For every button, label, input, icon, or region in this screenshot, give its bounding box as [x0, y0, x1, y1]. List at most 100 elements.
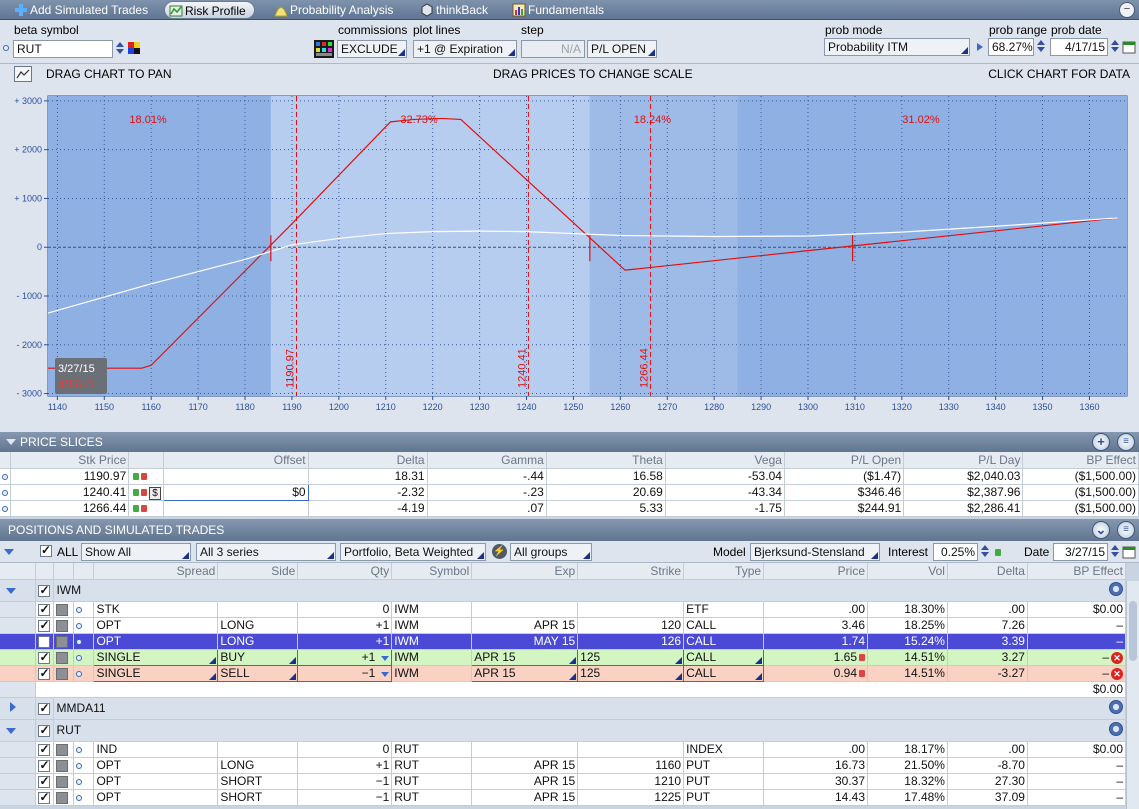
price-slice-row[interactable]: 1266.44 -4.19.07 5.33 -1.75 $244.91 $2,286.41…	[0, 500, 1139, 517]
beta-symbol-input[interactable]: RUT	[13, 40, 113, 58]
color-swatch[interactable]	[56, 619, 69, 632]
position-strike[interactable]: 125	[577, 648, 685, 666]
dropdown-arrow-icon[interactable]	[209, 656, 217, 664]
gear-icon[interactable]	[1109, 699, 1123, 714]
plot-lines-select[interactable]: +1 @ Expiration	[413, 40, 517, 58]
row-checkbox[interactable]	[38, 650, 51, 664]
col-gamma[interactable]: Gamma	[427, 452, 547, 469]
dropdown-arrow-icon[interactable]	[675, 656, 683, 664]
position-price[interactable]: 1.65	[763, 649, 868, 666]
lock-icon[interactable]	[141, 473, 148, 481]
dropdown-arrow-icon[interactable]	[289, 656, 297, 664]
radio-icon[interactable]	[76, 779, 83, 785]
radio-icon[interactable]	[3, 45, 9, 51]
position-type[interactable]: CALL	[683, 664, 765, 682]
price-slices-header[interactable]: PRICE SLICES + ≡	[0, 432, 1139, 452]
date-input[interactable]: 3/27/15	[1053, 543, 1108, 561]
series-filter-select[interactable]: All 3 series	[196, 543, 336, 561]
col-type[interactable]: Type	[683, 563, 765, 580]
color-swatch[interactable]	[56, 743, 69, 756]
group-checkbox[interactable]	[38, 723, 51, 737]
dollar-button[interactable]: $	[149, 486, 161, 499]
color-swatch[interactable]	[56, 603, 69, 616]
position-group-row[interactable]: MMDA11	[0, 697, 1127, 720]
date-spinner[interactable]	[1109, 543, 1121, 561]
position-strike[interactable]: 125	[577, 664, 685, 682]
gear-icon[interactable]	[1109, 581, 1123, 596]
chart-settings-icon[interactable]	[14, 66, 32, 82]
position-symbol[interactable]: IWM	[391, 649, 473, 666]
collapse-triangle-icon[interactable]	[4, 549, 14, 555]
col-exp[interactable]: Exp	[471, 563, 579, 580]
position-vol[interactable]: 14.51%	[867, 665, 948, 682]
dropdown-arrow-icon[interactable]	[569, 656, 577, 664]
row-marker[interactable]	[0, 484, 11, 501]
radio-icon[interactable]	[76, 639, 83, 645]
play-triangle-icon[interactable]	[976, 42, 984, 52]
position-row[interactable]: OPT LONG +1 IWM APR 15 120 CALL 3.46 18.25% 7.26 –	[0, 617, 1127, 634]
remove-trade-icon[interactable]: ✕	[1111, 652, 1123, 664]
risk-profile-chart[interactable]: 18.01% 32.73% 18.24% 31.02% 1140 1150 1160 1170…	[0, 86, 1139, 432]
row-checkbox[interactable]	[38, 602, 51, 616]
qty-dropdown-icon[interactable]	[381, 672, 390, 677]
gear-icon[interactable]	[1109, 721, 1123, 736]
row-checkbox[interactable]	[38, 774, 51, 788]
position-row[interactable]: OPT LONG +1 RUT APR 15 1160 PUT 16.73 21.50% -8.7…	[0, 757, 1127, 774]
color-swatch[interactable]	[56, 667, 69, 680]
radio-icon[interactable]	[2, 474, 8, 480]
beta-symbol-spinner[interactable]	[114, 40, 126, 58]
lock-icon[interactable]	[133, 473, 140, 481]
calendar-icon[interactable]	[1122, 40, 1136, 54]
position-row[interactable]: OPT LONG +1 IWM MAY 15 126 CALL 1.74 15.24% 3.39 –	[0, 633, 1127, 650]
lock-icon[interactable]	[859, 654, 865, 662]
group-checkbox[interactable]	[38, 583, 51, 597]
collapse-triangle-icon[interactable]	[6, 728, 16, 734]
prob-range-input[interactable]: 68.27%	[988, 38, 1034, 56]
slice-offset[interactable]: $0	[162, 483, 309, 501]
position-vol[interactable]: 14.51%	[867, 649, 948, 666]
tab-probability-analysis[interactable]: Probability Analysis	[270, 1, 401, 19]
col-offset[interactable]: Offset	[163, 452, 309, 469]
radio-icon[interactable]	[76, 763, 83, 769]
position-row[interactable]: SINGLE SELL −1 IWM APR 15 125 CALL 0.94 14.51% -3…	[0, 664, 1127, 682]
col-pl-day[interactable]: P/L Day	[903, 452, 1024, 469]
dropdown-arrow-icon[interactable]	[569, 672, 577, 680]
position-row[interactable]: IND 0 RUT INDEX .00 18.17% .00 $0.00	[0, 741, 1127, 758]
tab-thinkback[interactable]: thinkBack	[416, 1, 496, 19]
color-swatch[interactable]	[56, 775, 69, 788]
color-swatch[interactable]	[56, 759, 69, 772]
col-side[interactable]: Side	[217, 563, 299, 580]
col-vol[interactable]: Vol	[867, 563, 948, 580]
position-exp[interactable]: APR 15	[471, 648, 579, 666]
group-expander[interactable]	[0, 719, 37, 742]
add-slice-icon[interactable]: +	[1092, 433, 1110, 451]
lock-icon[interactable]	[859, 670, 865, 678]
position-bp-effect[interactable]: – ✕	[1027, 665, 1127, 682]
show-filter-select[interactable]: Show All	[81, 543, 191, 561]
collapse-all-icon[interactable]: ⌄	[1092, 521, 1110, 539]
dropdown-arrow-icon[interactable]	[675, 672, 683, 680]
slice-stk-price[interactable]: 1190.97	[10, 468, 130, 485]
lock-icon[interactable]	[133, 505, 140, 513]
radio-icon[interactable]	[76, 671, 83, 677]
col-pl-open[interactable]: P/L Open	[784, 452, 905, 469]
position-spread[interactable]: SINGLE	[93, 648, 219, 666]
tab-add-simulated-trades[interactable]: Add Simulated Trades	[10, 1, 156, 19]
positions-header[interactable]: POSITIONS AND SIMULATED TRADES ⌄ ≡	[0, 519, 1139, 541]
prob-date-input[interactable]: 4/17/15	[1050, 38, 1108, 56]
col-bp-effect[interactable]: BP Effect	[1022, 452, 1139, 469]
position-qty[interactable]: +1	[297, 648, 393, 666]
group-checkbox[interactable]	[38, 701, 51, 715]
position-spread[interactable]: SINGLE	[93, 664, 219, 682]
col-stk-price[interactable]: Stk Price	[10, 452, 130, 469]
collapse-triangle-icon[interactable]	[6, 439, 16, 445]
position-symbol[interactable]: IWM	[391, 665, 473, 682]
dropdown-arrow-icon[interactable]	[289, 672, 297, 680]
position-exp[interactable]: APR 15	[471, 664, 579, 682]
position-row[interactable]: STK 0 IWM ETF .00 18.30% .00 $0.00	[0, 601, 1127, 618]
expand-triangle-icon[interactable]	[10, 702, 16, 712]
weighting-select[interactable]: Portfolio, Beta Weighted	[340, 543, 486, 561]
radio-icon[interactable]	[76, 607, 83, 613]
interest-spinner[interactable]	[979, 543, 991, 561]
color-swatch[interactable]	[56, 635, 69, 648]
